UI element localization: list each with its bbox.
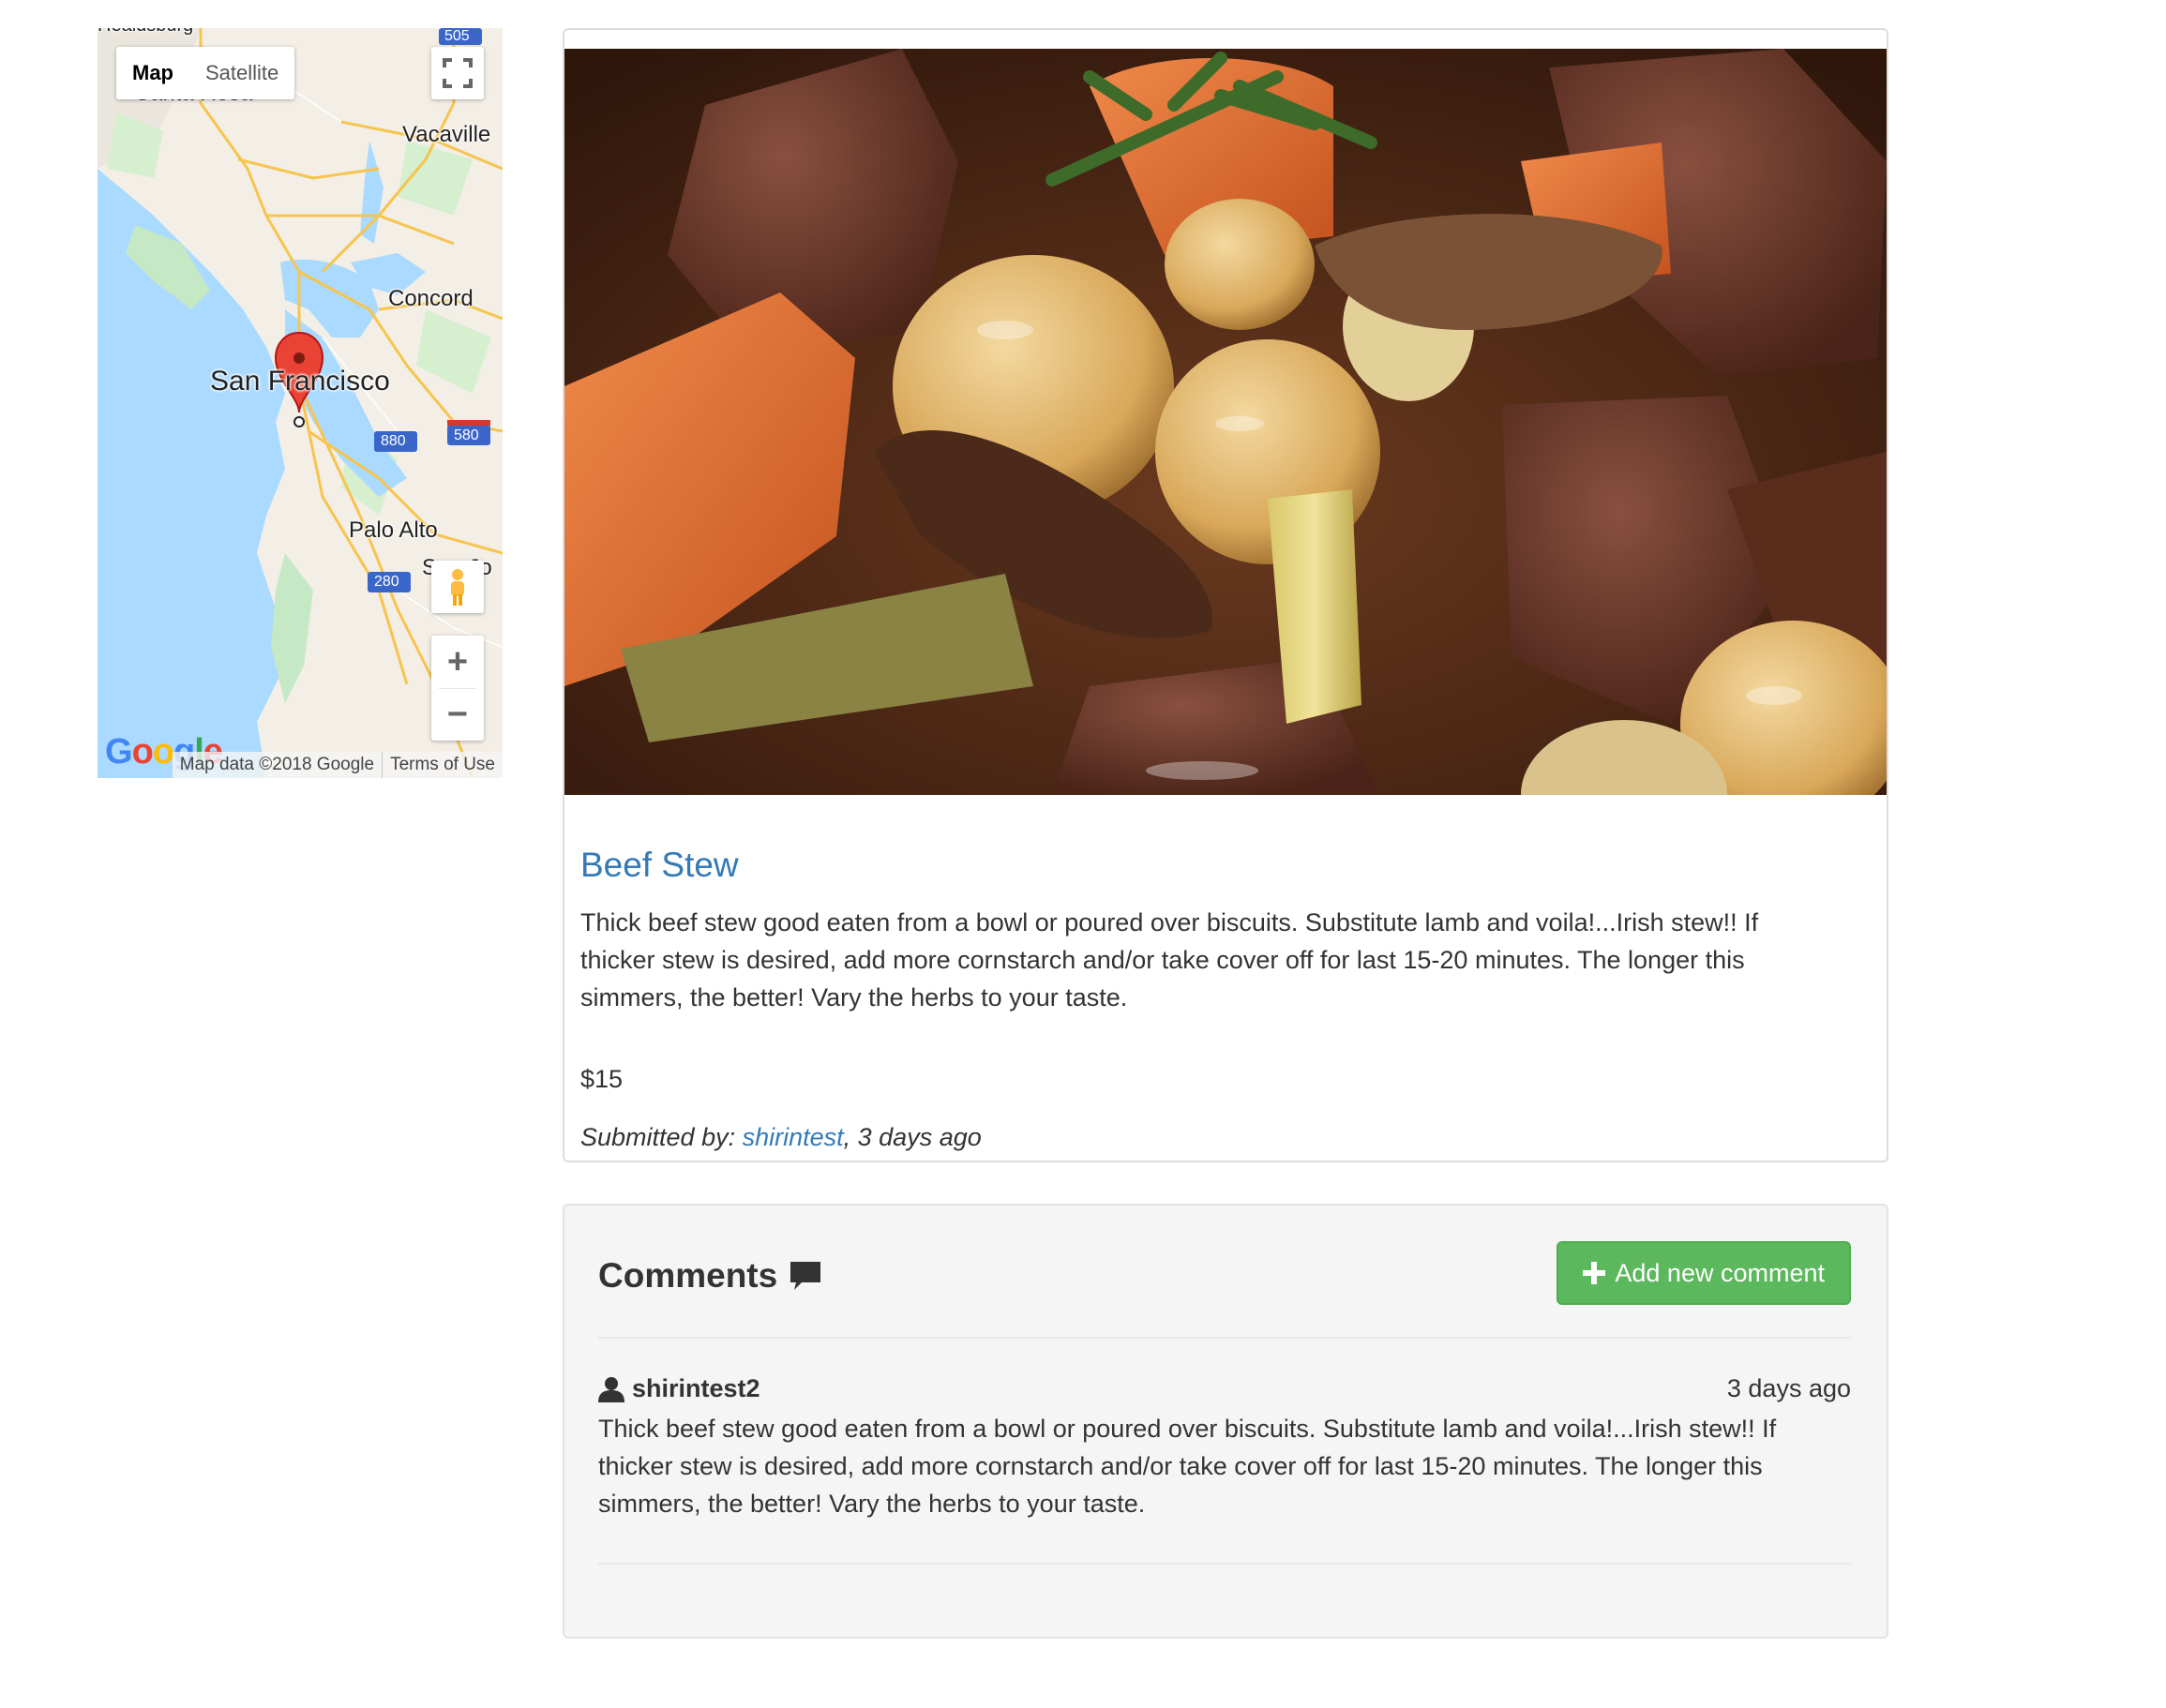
location-map[interactable]: Healdsburg Santa Rosa Vacaville Concord … xyxy=(98,28,503,778)
comments-title: Comments xyxy=(598,1256,778,1295)
submitted-time: , 3 days ago xyxy=(843,1123,982,1151)
page: Healdsburg Santa Rosa Vacaville Concord … xyxy=(0,0,2166,1708)
map-type-map-button[interactable]: Map xyxy=(116,47,189,99)
post-card: Beef Stew Thick beef stew good eaten fro… xyxy=(563,28,1888,1162)
comments-panel: Comments Add new comment shirintest2 3 d… xyxy=(563,1204,1888,1639)
zoom-control: + − xyxy=(431,636,484,741)
map-attribution-bar: Map data ©2018 Google Terms of Use xyxy=(172,752,503,778)
add-comment-label: Add new comment xyxy=(1615,1259,1825,1287)
user-icon xyxy=(598,1376,624,1402)
comment-text: Thick beef stew good eaten from a bowl o… xyxy=(598,1415,1777,1518)
map-label-healdsburg: Healdsburg xyxy=(98,28,193,37)
post-photo xyxy=(564,49,1887,795)
beef-stew-image xyxy=(564,49,1887,795)
post-price: $15 xyxy=(580,1065,624,1093)
fullscreen-icon xyxy=(443,58,473,88)
comments-header: Comments xyxy=(598,1256,822,1296)
comment-author-name: shirintest2 xyxy=(632,1374,760,1402)
map-type-satellite-button[interactable]: Satellite xyxy=(189,47,294,99)
comment-time: 3 days ago xyxy=(1726,1374,1851,1402)
shield-label-505: 505 xyxy=(444,28,470,44)
shield-label-880: 880 xyxy=(381,433,406,449)
map-data-attribution: Map data ©2018 Google xyxy=(179,755,375,774)
shield-label-580: 580 xyxy=(454,427,479,443)
divider xyxy=(598,1563,1851,1565)
author-link[interactable]: shirintest xyxy=(743,1123,844,1151)
pegman-icon xyxy=(451,569,464,606)
divider xyxy=(598,1337,1851,1339)
map-label-concord: Concord xyxy=(388,286,474,311)
map-type-control: Map Satellite xyxy=(116,47,295,99)
post-title[interactable]: Beef Stew xyxy=(580,846,739,885)
shield-label-280: 280 xyxy=(374,574,399,590)
map-label-palo-alto: Palo Alto xyxy=(349,517,438,543)
comment-item-header: shirintest2 3 days ago xyxy=(598,1374,1851,1403)
submitted-prefix: Submitted by: xyxy=(580,1123,743,1151)
street-view-button[interactable] xyxy=(431,561,484,613)
zoom-in-button[interactable]: + xyxy=(431,636,484,688)
post-submitted-by: Submitted by: shirintest, 3 days ago xyxy=(580,1123,982,1152)
zoom-out-button[interactable]: − xyxy=(431,688,484,741)
terms-of-use-link[interactable]: Terms of Use xyxy=(382,752,503,778)
map-label-vacaville: Vacaville xyxy=(402,122,491,147)
zoom-divider xyxy=(439,688,476,689)
add-comment-button[interactable]: Add new comment xyxy=(1557,1241,1851,1305)
post-description: Thick beef stew good eaten from a bowl o… xyxy=(580,908,1759,1011)
map-label-san-francisco: San Francisco xyxy=(210,366,390,397)
plus-icon xyxy=(1583,1262,1606,1284)
comment-author: shirintest2 xyxy=(598,1374,760,1403)
comment-bubble-icon xyxy=(790,1262,821,1290)
fullscreen-button[interactable] xyxy=(431,47,484,99)
